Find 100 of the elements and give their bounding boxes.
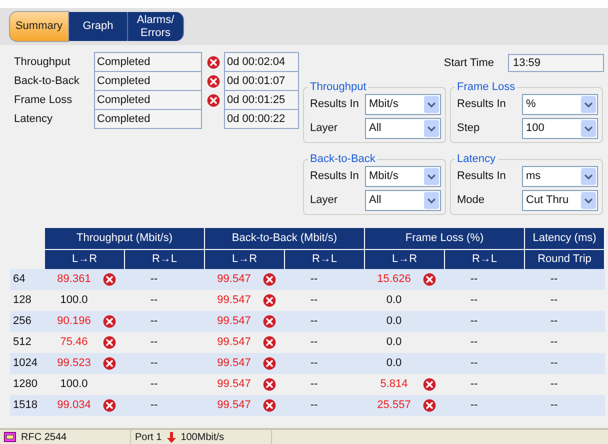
table-cell-text: 0.0 [385, 294, 403, 307]
test-label: Throughput [13, 55, 72, 70]
table-cell-text: -- [469, 378, 479, 391]
column-group-header: Throughput (Mbit/s) [45, 228, 205, 249]
table-cell-text: -- [149, 378, 159, 391]
table-cell-text: -- [309, 399, 319, 412]
column-header: R→L [445, 249, 525, 269]
table-cell-text: -- [309, 315, 319, 328]
table-cell-text: -- [549, 378, 559, 391]
test-name: RFC 2544 [21, 430, 67, 444]
table-cell-text: 99.547 [216, 294, 252, 307]
start-time-field: 13:59 [508, 54, 604, 72]
table-cell-text: -- [149, 273, 159, 286]
table-cell-text: -- [149, 336, 159, 349]
dropdown[interactable]: All [365, 118, 441, 139]
frame-size-cell-text: 512 [12, 335, 32, 350]
column-group-header: Frame Loss (%) [365, 228, 525, 249]
status-field: Completed [94, 71, 202, 91]
table-cell-text: -- [149, 294, 159, 307]
table-cell-text: 89.361 [56, 273, 92, 286]
table-cell-text: 100.0 [59, 294, 89, 307]
table-cell-text: 99.547 [216, 336, 252, 349]
caret-icon [424, 96, 439, 113]
port-label: Port 1 [135, 430, 162, 444]
table-cell-text: 99.547 [216, 378, 252, 391]
caret-icon [581, 192, 596, 209]
field-label: Step [457, 122, 480, 135]
table-cell-text: 75.46 [59, 336, 89, 349]
table-cell-text: -- [469, 357, 479, 370]
tab[interactable]: Alarms/ Errors [128, 12, 184, 41]
dropdown[interactable]: 100 [522, 118, 598, 139]
table-cell-text: 99.523 [56, 357, 92, 370]
table-cell-text: -- [309, 336, 319, 349]
field-label: Mode [457, 194, 485, 207]
caret-icon [581, 168, 596, 185]
duration-field: 0d 00:01:25 [224, 90, 299, 110]
table-cell-text: -- [549, 315, 559, 328]
table-cell-text: -- [309, 294, 319, 307]
tab[interactable]: Graph [69, 12, 128, 41]
test-label: Frame Loss [13, 93, 74, 108]
duration-field: 0d 00:01:07 [224, 71, 299, 91]
status-field: Completed [94, 90, 202, 110]
caret-icon [581, 120, 596, 137]
dropdown[interactable]: Mbit/s [365, 94, 441, 115]
column-header: L→R [365, 249, 445, 269]
frame-size-cell-text: 128 [12, 293, 32, 308]
column-header: R→L [285, 249, 365, 269]
dropdown[interactable]: Cut Thru [522, 190, 598, 211]
table-cell-text: 0.0 [385, 315, 403, 328]
caret-icon [424, 168, 439, 185]
link-rate: 100Mbit/s [180, 430, 224, 444]
table-cell-text: -- [469, 336, 479, 349]
table-cell-text: -- [549, 357, 559, 370]
field-label: Results In [310, 98, 359, 111]
group-title: Back-to-Back [309, 153, 376, 166]
caret-icon [424, 192, 439, 209]
frame-size-cell-text: 1280 [12, 377, 38, 392]
table-cell-text: -- [309, 378, 319, 391]
frame-size-cell: 1024 [10, 353, 45, 374]
status-field: Completed [94, 109, 202, 129]
column-group-header: Latency (ms) [525, 228, 605, 249]
duration-field: 0d 00:02:04 [224, 52, 299, 72]
tab[interactable]: Summary [9, 11, 69, 42]
table-cell-text: 5.814 [379, 378, 409, 391]
group-title: Throughput [309, 81, 368, 94]
table-cell-text: -- [309, 273, 319, 286]
frame-size-cell: 64 [10, 269, 45, 290]
dropdown[interactable]: ms [522, 166, 598, 187]
dropdown[interactable]: % [522, 94, 598, 115]
status-field: Completed [94, 52, 202, 72]
table-cell-text: -- [149, 357, 159, 370]
device-icon [4, 432, 16, 442]
field-label: Layer [310, 194, 338, 207]
table-cell-text: 100.0 [59, 378, 89, 391]
dropdown[interactable]: All [365, 190, 441, 211]
table-cell-text: -- [149, 315, 159, 328]
table-cell-text: 99.547 [216, 315, 252, 328]
caret-icon [424, 120, 439, 137]
table-cell-text: -- [549, 399, 559, 412]
group-title: Latency [456, 153, 497, 166]
table-cell-text: 0.0 [385, 336, 403, 349]
column-header: L→R [45, 249, 125, 269]
column-group-header: Back-to-Back (Mbit/s) [205, 228, 365, 249]
duration-field: 0d 00:00:22 [224, 109, 299, 129]
table-cell-text: -- [549, 273, 559, 286]
table-cell-text: 0.0 [385, 357, 403, 370]
table-cell-text: 15.626 [376, 273, 412, 286]
column-header: L→R [205, 249, 285, 269]
frame-size-cell: 256 [10, 311, 45, 332]
table-cell-text: -- [469, 273, 479, 286]
field-label: Results In [457, 170, 506, 183]
caret-icon [581, 96, 596, 113]
frame-size-cell: 1518 [10, 395, 45, 416]
table-cell-text: 99.034 [56, 399, 92, 412]
table-cell-text: 99.547 [216, 399, 252, 412]
table-cell-text: -- [469, 399, 479, 412]
dropdown[interactable]: Mbit/s [365, 166, 441, 187]
field-label: Results In [310, 170, 359, 183]
table-cell-text: -- [149, 399, 159, 412]
table-cell-text: -- [309, 357, 319, 370]
